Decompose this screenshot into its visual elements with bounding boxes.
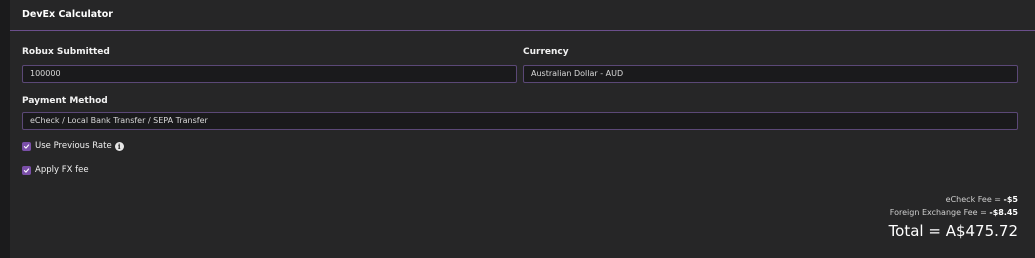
payment-method-label: Payment Method [22, 96, 108, 106]
total-value: A$475.72 [945, 222, 1018, 240]
checkmark-icon [23, 167, 30, 173]
robux-input[interactable]: 100000 [22, 65, 517, 83]
total-line: Total = A$475.72 [889, 222, 1018, 240]
apply-fx-fee-checkbox[interactable] [22, 165, 31, 175]
echeck-fee-value: -$5 [1003, 195, 1018, 204]
robux-label: Robux Submitted [22, 47, 110, 57]
currency-select[interactable]: Australian Dollar - AUD [523, 65, 1018, 83]
total-label: Total = [888, 222, 946, 240]
echeck-fee-label: eCheck Fee = [945, 195, 1004, 204]
fx-fee-label: Foreign Exchange Fee = [889, 208, 990, 217]
fx-fee-line: Foreign Exchange Fee = -$8.45 [890, 208, 1018, 217]
payment-method-select[interactable]: eCheck / Local Bank Transfer / SEPA Tran… [22, 112, 1018, 130]
apply-fx-fee-option[interactable]: Apply FX fee [22, 164, 89, 176]
use-previous-rate-checkbox[interactable] [22, 141, 31, 151]
currency-label: Currency [523, 47, 569, 57]
panel-header: DevEx Calculator [10, 0, 1035, 31]
fx-fee-value: -$8.45 [989, 208, 1018, 217]
panel-title: DevEx Calculator [22, 9, 113, 20]
use-previous-rate-option[interactable]: Use Previous Rate i [22, 140, 124, 152]
apply-fx-fee-label: Apply FX fee [35, 165, 89, 175]
info-icon[interactable]: i [114, 141, 124, 151]
use-previous-rate-label: Use Previous Rate [35, 141, 112, 151]
devex-calculator-panel: DevEx Calculator Robux Submitted 100000 … [10, 0, 1035, 258]
echeck-fee-line: eCheck Fee = -$5 [946, 195, 1018, 204]
checkmark-icon [23, 143, 30, 149]
